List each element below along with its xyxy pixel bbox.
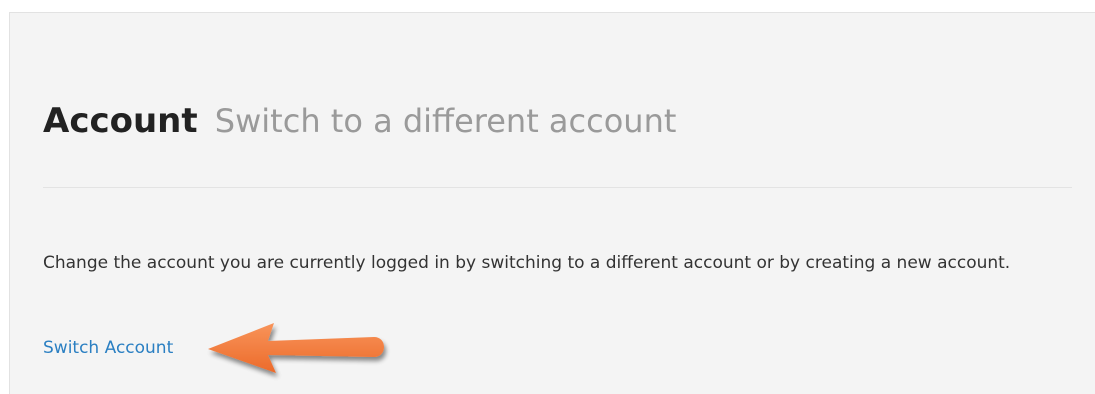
switch-account-link[interactable]: Switch Account — [43, 333, 173, 363]
account-panel: Account Switch to a different account Ch… — [9, 12, 1095, 394]
divider — [43, 187, 1072, 188]
page-title: Account — [43, 101, 198, 141]
page-heading: Account Switch to a different account — [43, 99, 676, 143]
page-subtitle: Switch to a different account — [214, 102, 677, 140]
account-description: Change the account you are currently log… — [43, 253, 1011, 273]
arrow-left-icon — [208, 323, 384, 373]
